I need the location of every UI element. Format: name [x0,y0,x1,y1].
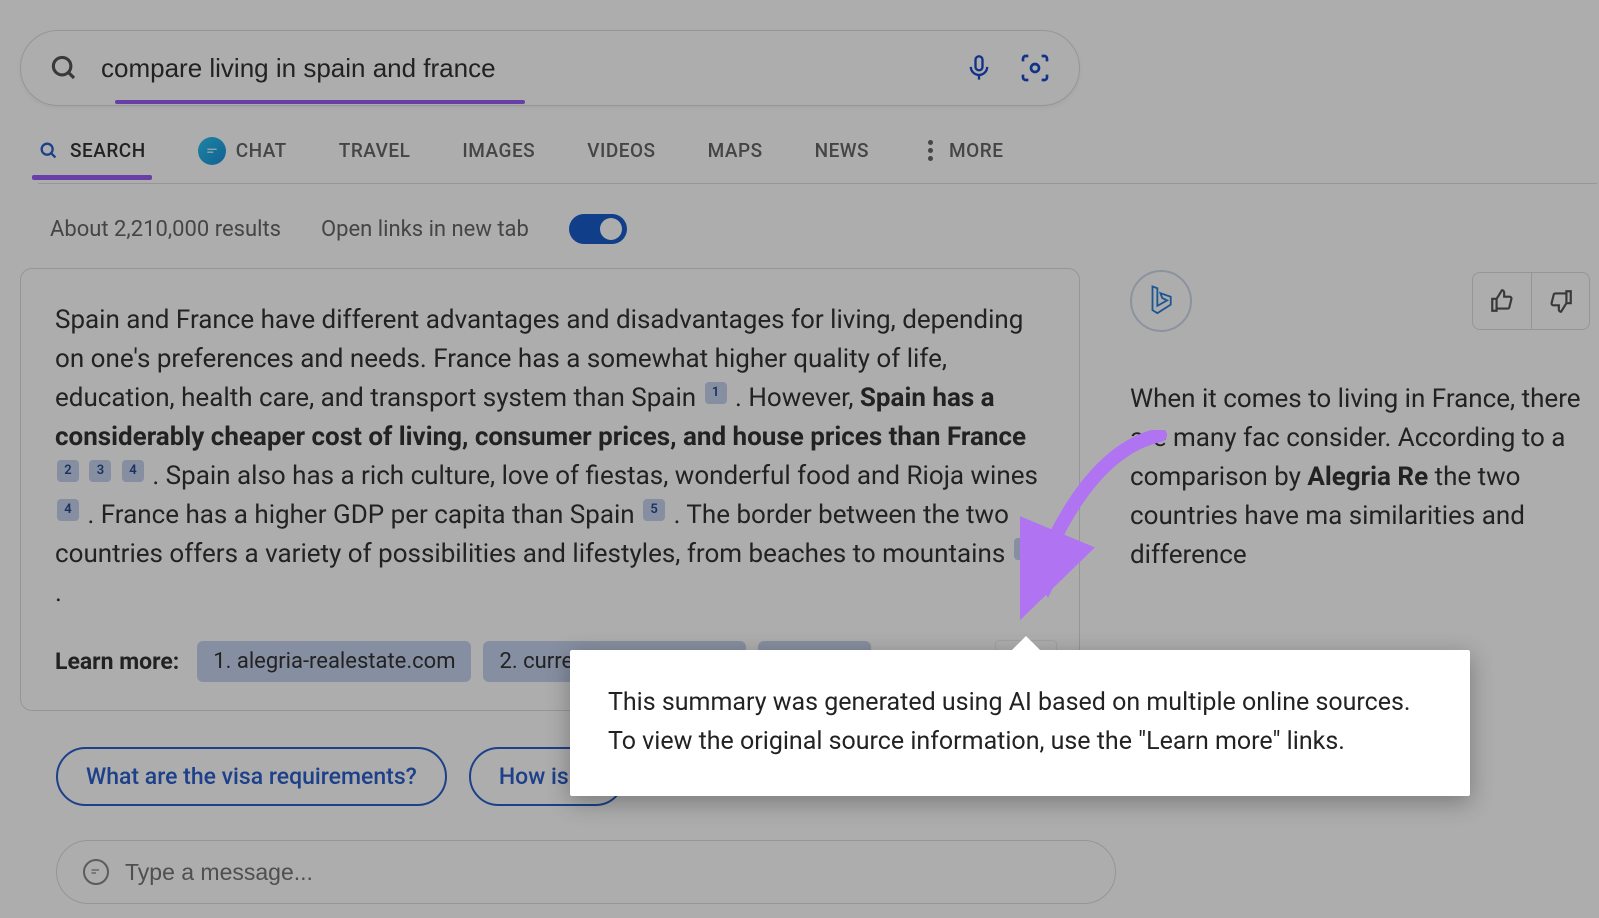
learn-more-label: Learn more: [55,648,179,675]
tab-travel[interactable]: TRAVEL [339,139,411,176]
citation-1[interactable]: 1 [705,382,727,404]
tab-maps-label: MAPS [708,139,763,162]
feedback-buttons [1472,272,1590,330]
tab-more[interactable]: MORE [921,139,1003,176]
image-search-icon[interactable] [1019,52,1051,84]
nav-tabs: SEARCH CHAT TRAVEL IMAGES VIDEOS MAPS NE… [38,142,1597,184]
answer-segment: . [55,578,62,608]
learn-more-source-1[interactable]: 1. alegria-realestate.com [197,641,471,682]
chat-message-icon [83,859,109,885]
tab-images-label: IMAGES [462,139,535,162]
tab-maps[interactable]: MAPS [708,139,763,176]
search-input[interactable] [101,53,965,84]
chat-input[interactable] [125,859,1089,886]
right-text-bold: Alegria Re [1307,462,1428,492]
result-count: About 2,210,000 results [50,217,281,242]
search-tab-icon [38,140,60,162]
citation-4c[interactable]: 4 [1014,538,1036,560]
tab-chat[interactable]: CHAT [198,137,287,179]
tab-more-label: MORE [949,139,1003,162]
open-new-tab-label: Open links in new tab [321,217,529,242]
tab-news-label: NEWS [815,139,869,162]
chat-input-box[interactable] [56,840,1116,904]
info-tooltip: This summary was generated using AI base… [570,650,1470,796]
tooltip-text: This summary was generated using AI base… [608,688,1411,756]
search-icon [49,53,79,83]
right-chat-panel: When it comes to living in France, there… [1130,270,1590,575]
chat-icon [198,137,226,165]
bing-logo-icon [1146,284,1176,318]
tab-chat-label: CHAT [236,139,287,162]
citation-3[interactable]: 3 [89,460,111,482]
results-meta-row: About 2,210,000 results Open links in ne… [50,214,1579,244]
tab-search[interactable]: SEARCH [38,139,146,176]
open-new-tab-toggle[interactable] [569,214,627,244]
search-underline-annotation [115,100,525,104]
citation-4b[interactable]: 4 [57,499,79,521]
tab-news[interactable]: NEWS [815,139,869,176]
right-panel-text: When it comes to living in France, there… [1130,380,1590,575]
answer-segment: . However, [735,383,860,413]
tab-videos[interactable]: VIDEOS [587,139,655,176]
tab-videos-label: VIDEOS [587,139,655,162]
thumbs-up-icon [1489,288,1515,314]
thumbs-up-button[interactable] [1473,273,1531,329]
tab-images[interactable]: IMAGES [462,139,535,176]
answer-segment: . France has a higher GDP per capita tha… [87,500,634,530]
suggestion-chip-visa[interactable]: What are the visa requirements? [56,747,447,806]
citation-4[interactable]: 4 [122,460,144,482]
thumbs-down-icon [1548,288,1574,314]
tab-search-label: SEARCH [70,139,146,162]
bing-logo [1130,270,1192,332]
thumbs-down-button[interactable] [1531,273,1589,329]
search-bar[interactable] [20,30,1080,106]
citation-2[interactable]: 2 [57,460,79,482]
citation-5[interactable]: 5 [643,499,665,521]
more-dots-icon [921,140,939,161]
tab-travel-label: TRAVEL [339,139,411,162]
mic-icon[interactable] [965,51,993,85]
answer-text: Spain and France have different advantag… [55,301,1045,613]
answer-segment: . Spain also has a rich culture, love of… [152,461,1038,491]
ai-answer-card: Spain and France have different advantag… [20,268,1080,711]
